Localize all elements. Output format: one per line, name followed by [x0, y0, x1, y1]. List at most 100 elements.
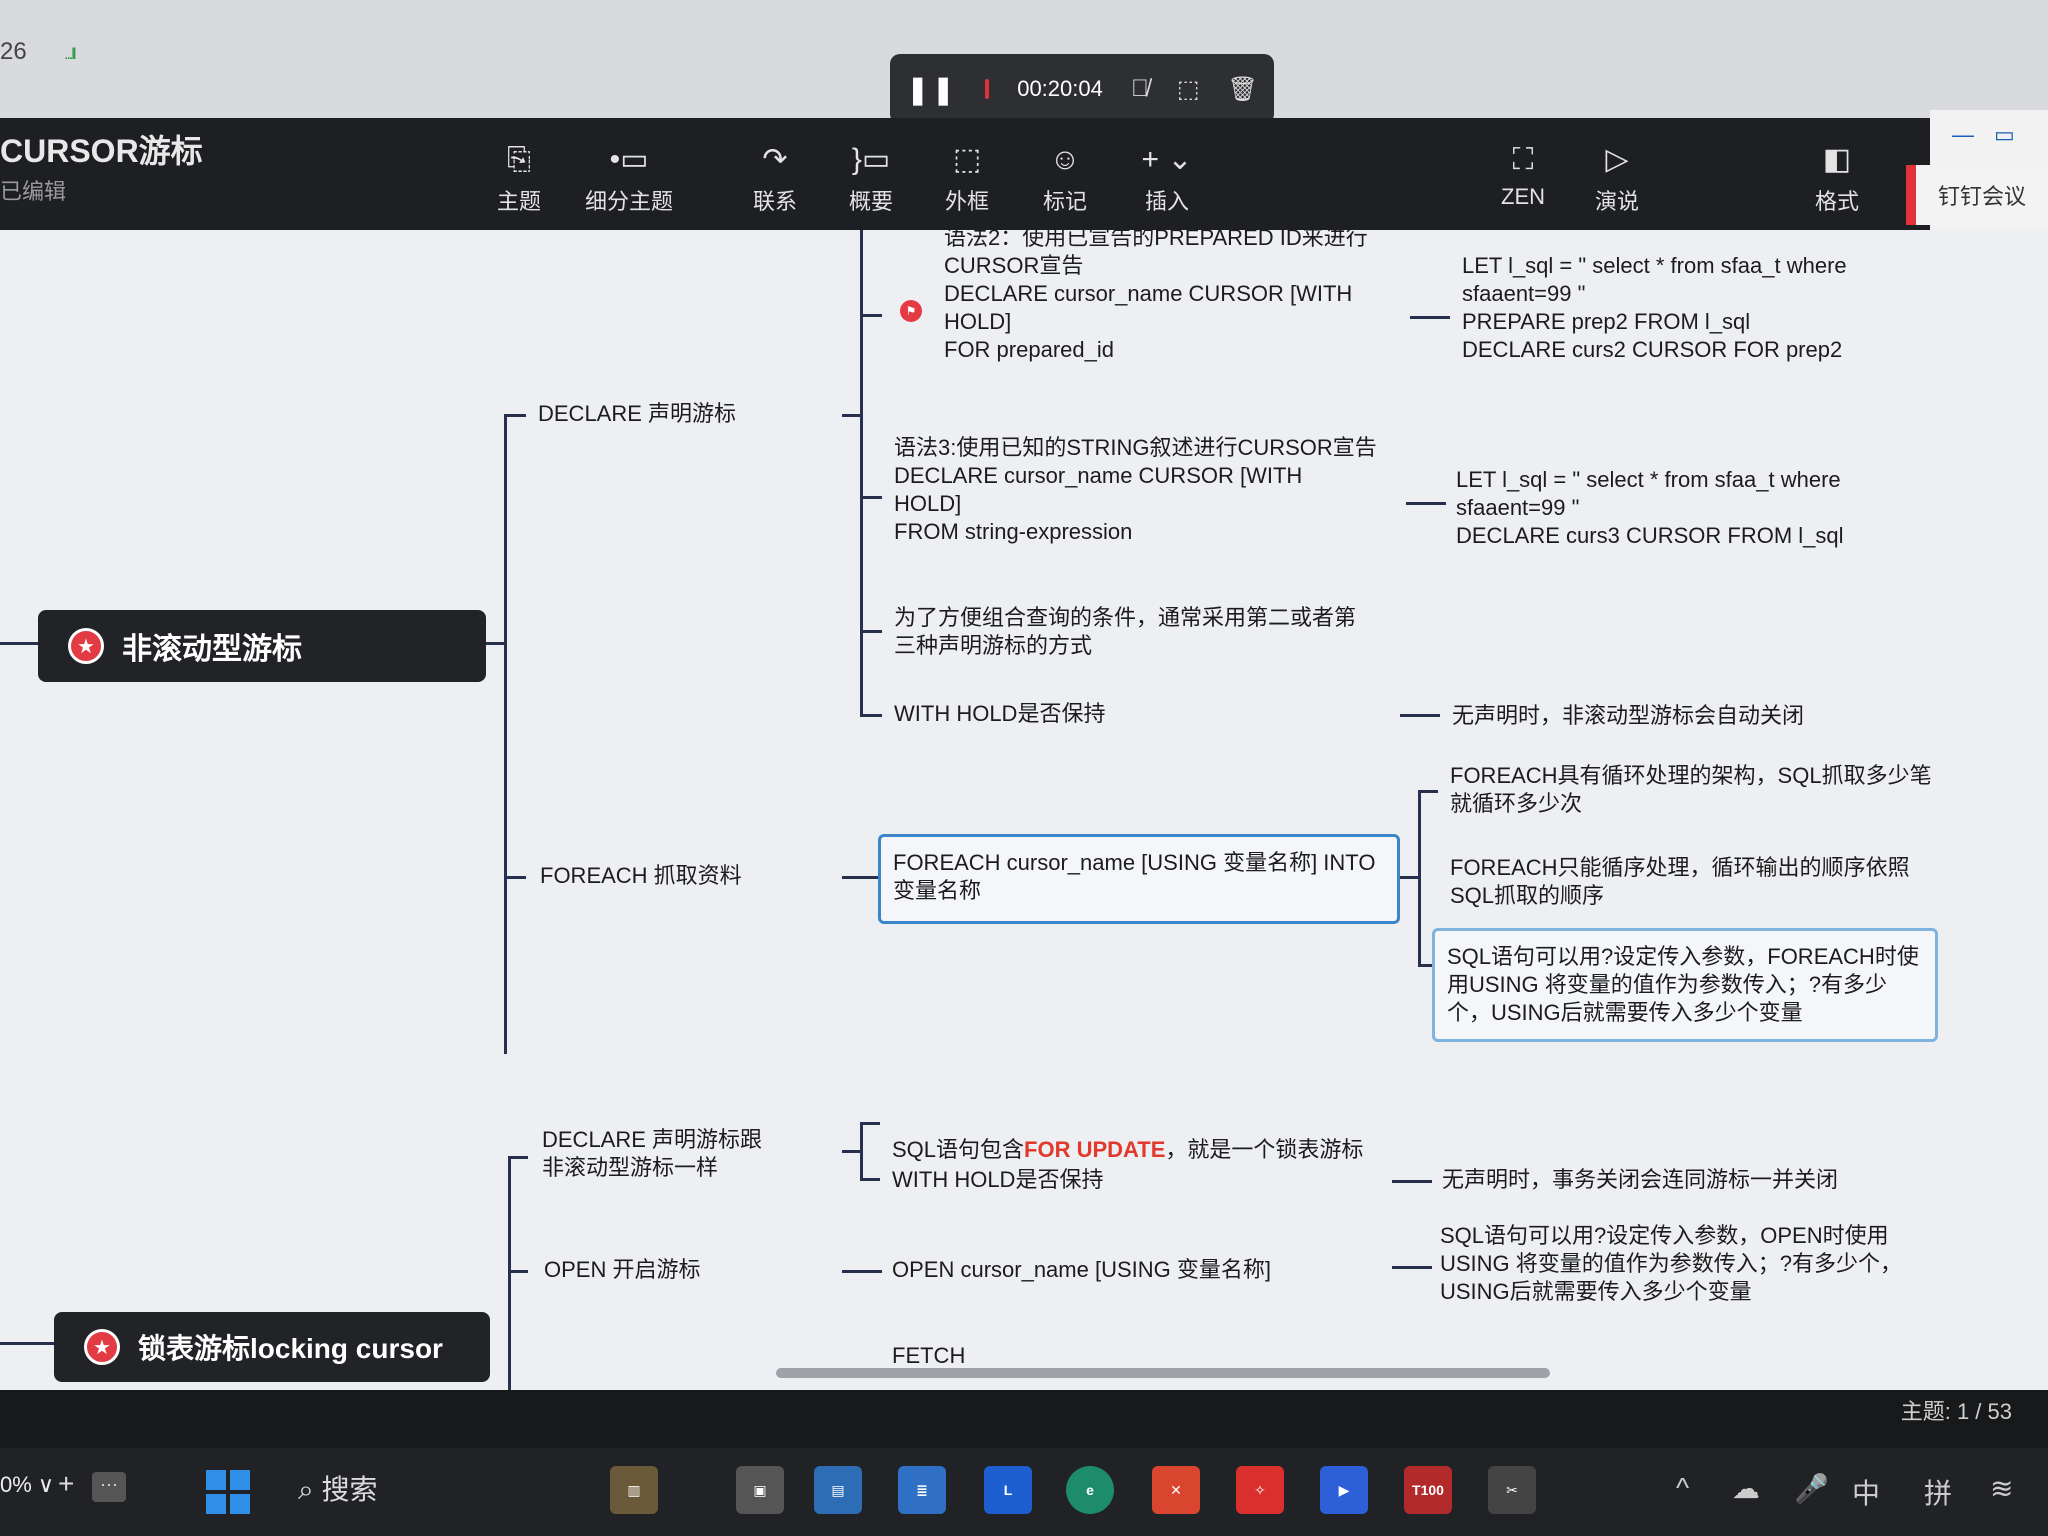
connector-line — [508, 1156, 528, 1159]
taskbar-search[interactable]: ⌕ 搜索 — [298, 1468, 377, 1508]
subtopic-icon: •▭ — [609, 143, 649, 176]
toolbar-subtopic-button[interactable]: •▭ 细分主题 — [574, 140, 684, 216]
pointer-icon[interactable]: ⬚ — [1177, 75, 1200, 104]
maximize-button[interactable]: ▭ — [1994, 122, 2015, 148]
wifi-icon[interactable]: ≋ — [1990, 1472, 2013, 1505]
connector-line — [1392, 1180, 1432, 1183]
topic-syntax2-example[interactable]: LET l_sql = " select * from sfaa_t where… — [1462, 252, 1902, 364]
connector-line — [860, 1122, 880, 1125]
lark-app-icon[interactable]: L — [984, 1466, 1032, 1514]
connector-line — [504, 414, 507, 1054]
connector-line — [860, 630, 882, 633]
topic-syntax3-example[interactable]: LET l_sql = " select * from sfaa_t where… — [1456, 466, 1896, 550]
window-app-icon[interactable]: ▣ — [736, 1466, 784, 1514]
connector-line — [1410, 316, 1450, 319]
relationship-icon: ↷ — [762, 143, 788, 176]
connector-line — [842, 1270, 882, 1273]
ime-chinese-indicator[interactable]: 中 — [1852, 1472, 1880, 1512]
toolbar-format-button[interactable]: ◧ 格式 — [1782, 140, 1892, 216]
boundary-icon: ⬚ — [952, 143, 982, 176]
microphone-icon[interactable]: 🎤 — [1794, 1472, 1829, 1505]
topic-with-hold-note[interactable]: 无声明时，非滚动型游标会自动关闭 — [1452, 702, 1804, 730]
toolbar-marker-button[interactable]: ☺ 标记 — [1010, 140, 1120, 216]
toolbar-topic-button[interactable]: ⎘ 主题 — [464, 140, 574, 216]
topic-with-hold[interactable]: WITH HOLD是否保持 — [894, 700, 1105, 728]
windows-start-icon[interactable] — [206, 1470, 250, 1514]
wps-app-icon[interactable]: ✧ — [1236, 1466, 1284, 1514]
topic-syntax2[interactable]: 语法2：使用已宣告的PREPARED ID来进行 CURSOR宣告 DECLAR… — [944, 230, 1384, 364]
topic-lock-with-hold[interactable]: WITH HOLD是否保持 — [892, 1166, 1103, 1194]
trash-icon[interactable]: 🗑 — [1228, 75, 1258, 104]
connector-line — [1392, 1266, 1432, 1269]
topic-convenience[interactable]: 为了方便组合查询的条件，通常采用第二或者第 三种声明游标的方式 — [894, 604, 1394, 660]
app-header: CURSOR游标 已编辑 ⎘ 主题 •▭ 细分主题 ↷ 联系 }▭ 概要 ⬚ 外… — [0, 118, 1930, 230]
more-options-button[interactable]: ··· — [92, 1472, 126, 1502]
topic-lock-with-hold-note[interactable]: 无声明时，事务关闭会连同游标一并关闭 — [1442, 1166, 1838, 1194]
topic-foreach-note2[interactable]: FOREACH只能循序处理，循环输出的顺序依照 SQL抓取的顺序 — [1450, 854, 1950, 910]
minimize-button[interactable]: — — [1952, 122, 1974, 148]
document-status: 已编辑 — [0, 179, 67, 204]
status-bar: 主题: 1 / 53 — [0, 1390, 2048, 1448]
topic-open-note[interactable]: SQL语句可以用?设定传入参数，OPEN时使用 USING 将变量的值作为参数传… — [1440, 1222, 1940, 1306]
snipping-app-icon[interactable]: ✂ — [1488, 1466, 1536, 1514]
toolbar-insert-button[interactable]: + ⌄ 插入 — [1112, 140, 1222, 216]
flag-marker-icon: ⚑ — [900, 300, 922, 322]
topic-foreach-syntax-selected[interactable]: FOREACH cursor_name [USING 变量名称] INTO 变量… — [878, 834, 1400, 924]
stop-recording-button[interactable] — [984, 79, 990, 99]
meeting-app-icon[interactable]: ▶ — [1320, 1466, 1368, 1514]
connector-line — [860, 1178, 880, 1181]
document-title: CURSOR游标 — [0, 133, 203, 169]
summary-icon: }▭ — [851, 143, 891, 176]
mindmap-canvas[interactable]: ★ 非滚动型游标 ★ 锁表游标locking cursor DECLARE 声明… — [0, 230, 2048, 1390]
t100-app-icon[interactable]: T100 — [1404, 1466, 1452, 1514]
zoom-level[interactable]: 0% ∨ — [0, 1472, 54, 1498]
toolbar-summary-button[interactable]: }▭ 概要 — [816, 140, 926, 216]
pause-recording-button[interactable]: ❚❚ — [906, 73, 957, 106]
toolbar-relationship-button[interactable]: ↷ 联系 — [720, 140, 830, 216]
tray-expand-icon[interactable]: ^ — [1676, 1472, 1689, 1504]
for-update-keyword: FOR UPDATE — [1024, 1137, 1166, 1162]
mic-muted-icon[interactable]: 🎙̸ — [1131, 75, 1149, 103]
edge-browser-icon[interactable]: e — [1066, 1466, 1114, 1514]
connector-line — [842, 1150, 862, 1153]
ime-pinyin-indicator[interactable]: 拼 — [1924, 1472, 1952, 1512]
zoom-in-button[interactable]: + — [58, 1468, 74, 1500]
topic-declare[interactable]: DECLARE 声明游标 — [538, 400, 736, 428]
star-marker-icon: ★ — [68, 628, 104, 664]
topic-count: 主题: 1 / 53 — [1900, 1399, 2012, 1424]
star-marker-icon: ★ — [84, 1329, 120, 1365]
recording-timer: 00:20:04 — [1017, 76, 1103, 101]
connector-line — [860, 496, 882, 499]
central-topic-non-scroll-cursor[interactable]: ★ 非滚动型游标 — [38, 610, 486, 682]
presentation-app-icon[interactable]: ▤ — [814, 1466, 862, 1514]
connector-line — [508, 1270, 528, 1273]
connector-line — [1400, 876, 1420, 879]
ding-meeting-button[interactable]: 钉钉会议 — [1906, 165, 2048, 225]
horizontal-scrollbar[interactable] — [776, 1368, 1550, 1378]
topic-lock-declare[interactable]: DECLARE 声明游标跟 非滚动型游标一样 — [542, 1126, 762, 1182]
connector-line — [0, 1342, 56, 1345]
marker-icon: ☺ — [1049, 143, 1081, 176]
topic-fetch[interactable]: FETCH — [892, 1342, 965, 1370]
connector-line — [860, 714, 882, 717]
connector-line — [508, 1156, 511, 1390]
notes-app-icon[interactable]: ≣ — [898, 1466, 946, 1514]
os-taskbar: 0% ∨ + ··· ⌕ 搜索 ▥ ▣ ▤ ≣ L e ✕ ✧ ▶ T100 ✂… — [0, 1448, 2048, 1536]
insert-icon: + ⌄ — [1141, 143, 1193, 176]
topic-lock-sql[interactable]: SQL语句包含FOR UPDATE，就是一个锁表游标 — [892, 1108, 1363, 1164]
toolbar-boundary-button[interactable]: ⬚ 外框 — [912, 140, 1022, 216]
topic-open[interactable]: OPEN 开启游标 — [544, 1256, 700, 1284]
connector-line — [0, 642, 40, 645]
topic-foreach[interactable]: FOREACH 抓取资料 — [540, 862, 742, 890]
central-topic-locking-cursor[interactable]: ★ 锁表游标locking cursor — [54, 1312, 490, 1382]
topic-open-syntax[interactable]: OPEN cursor_name [USING 变量名称] — [892, 1256, 1271, 1284]
books-app-icon[interactable]: ▥ — [610, 1466, 658, 1514]
topic-foreach-note3[interactable]: SQL语句可以用?设定传入参数，FOREACH时使 用USING 将变量的值作为… — [1432, 928, 1938, 1042]
cloud-icon[interactable]: ☁ — [1732, 1472, 1760, 1505]
present-icon: ▷ — [1605, 143, 1629, 176]
topic-syntax3[interactable]: 语法3:使用已知的STRING叙述进行CURSOR宣告 DECLARE curs… — [894, 434, 1394, 546]
xmind-app-icon[interactable]: ✕ — [1152, 1466, 1200, 1514]
topic-foreach-note1[interactable]: FOREACH具有循环处理的架构，SQL抓取多少笔 就循环多少次 — [1450, 762, 1950, 818]
toolbar-present-button[interactable]: ▷ 演说 — [1562, 140, 1672, 216]
connector-line — [504, 876, 526, 879]
